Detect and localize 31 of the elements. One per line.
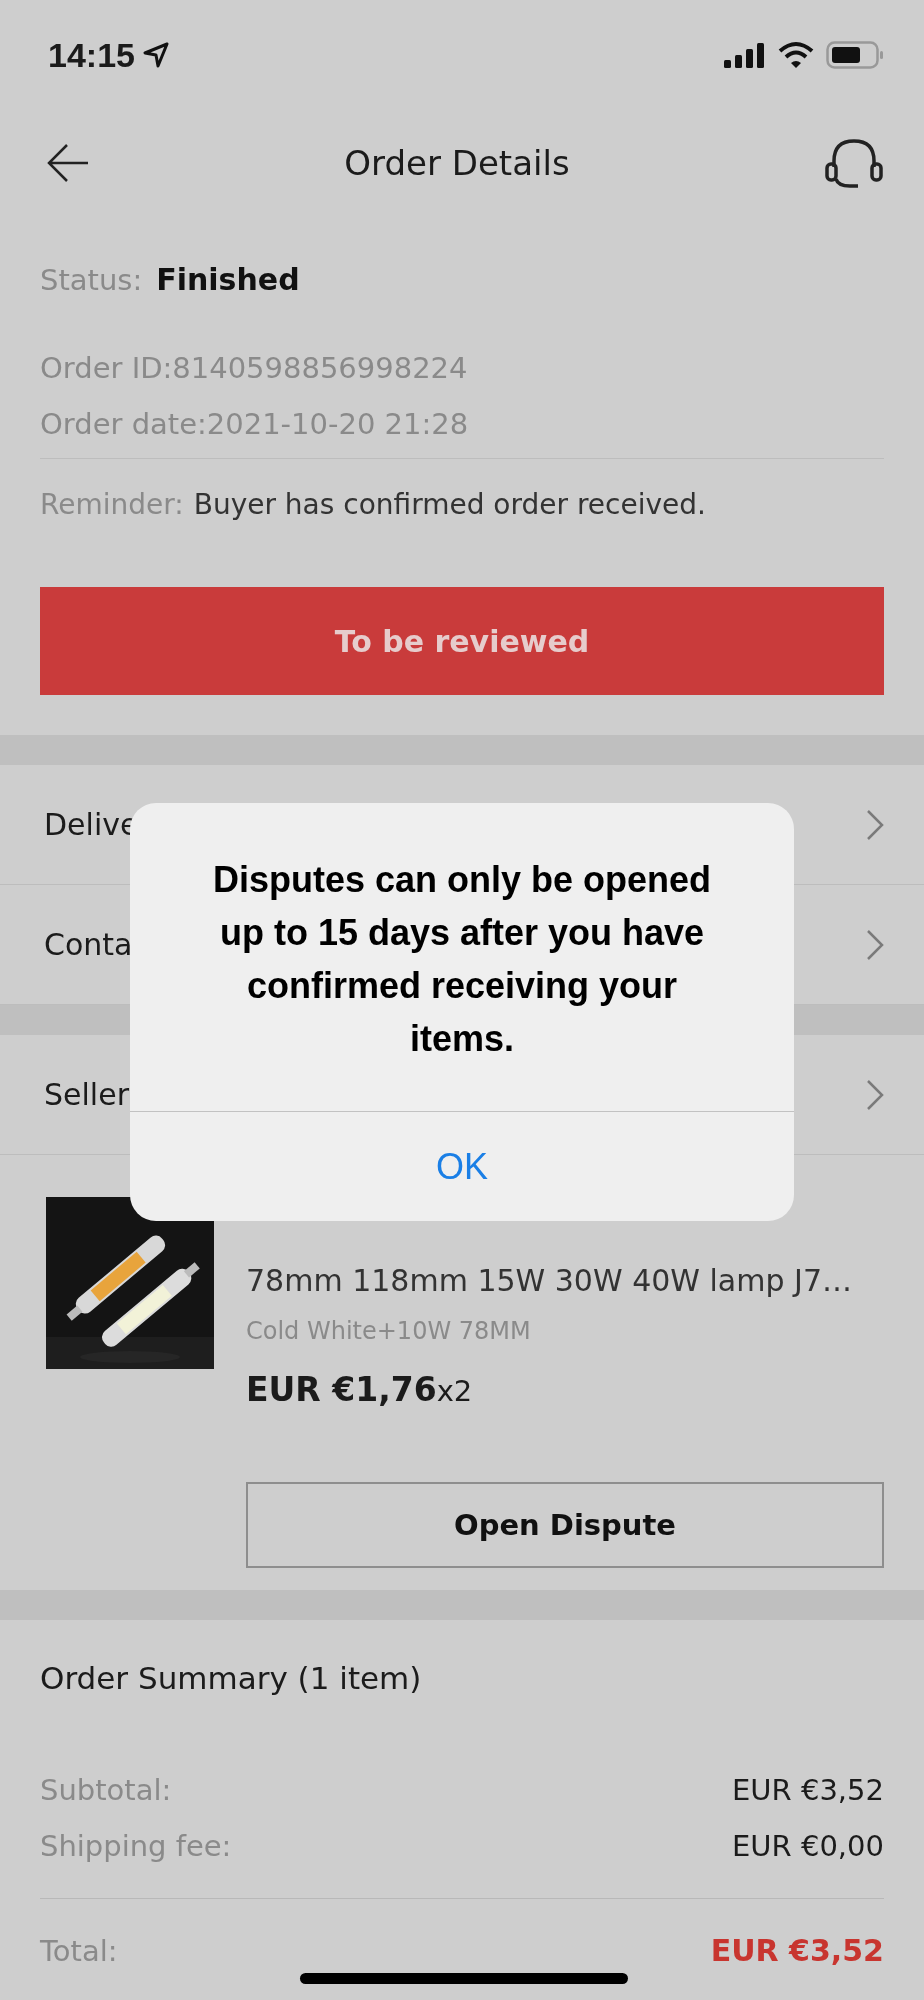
- status-label: Status:: [40, 262, 143, 299]
- summary-label: Shipping fee:: [40, 1828, 232, 1865]
- signal-icon: [724, 42, 766, 68]
- alert-message: Disputes can only be opened up to 15 days after you have confirmed receiving your items.: [211, 858, 713, 1061]
- page-title: Order Details: [344, 142, 570, 183]
- review-button[interactable]: To be reviewed: [40, 587, 884, 695]
- ok-button[interactable]: OK: [130, 1111, 794, 1221]
- battery-icon: [826, 41, 884, 69]
- chevron-right-icon: [866, 928, 884, 961]
- status-value: Finished: [156, 261, 300, 299]
- headset-icon[interactable]: [824, 136, 884, 189]
- product-title: 78mm 118mm 15W 30W 40W lamp J7…: [246, 1262, 853, 1300]
- wifi-icon: [778, 41, 814, 69]
- reminder-label: Reminder:: [40, 487, 184, 523]
- summary-title: Order Summary (1 item): [40, 1659, 423, 1698]
- back-arrow-icon[interactable]: [46, 142, 90, 183]
- total-label: Total:: [40, 1933, 118, 1970]
- reminder-text: Buyer has confirmed order received.: [193, 487, 706, 523]
- order-date: Order date:2021-10-20 21:28: [40, 406, 470, 443]
- status-time: 14:15: [48, 35, 135, 75]
- open-dispute-button[interactable]: Open Dispute: [246, 1482, 884, 1568]
- product-variant: Cold White+10W 78MM: [246, 1316, 532, 1347]
- summary-value: EUR €0,00: [732, 1828, 884, 1865]
- summary-label: Subtotal:: [40, 1772, 172, 1809]
- order-id: Order ID:8140598856998224: [40, 350, 469, 387]
- product-price: EUR €1,76x2: [246, 1369, 474, 1411]
- chevron-right-icon: [866, 808, 884, 841]
- summary-value: EUR €3,52: [732, 1772, 884, 1809]
- total-value: EUR €3,52: [710, 1932, 884, 1970]
- chevron-right-icon: [866, 1078, 884, 1111]
- location-arrow-icon: [142, 42, 169, 68]
